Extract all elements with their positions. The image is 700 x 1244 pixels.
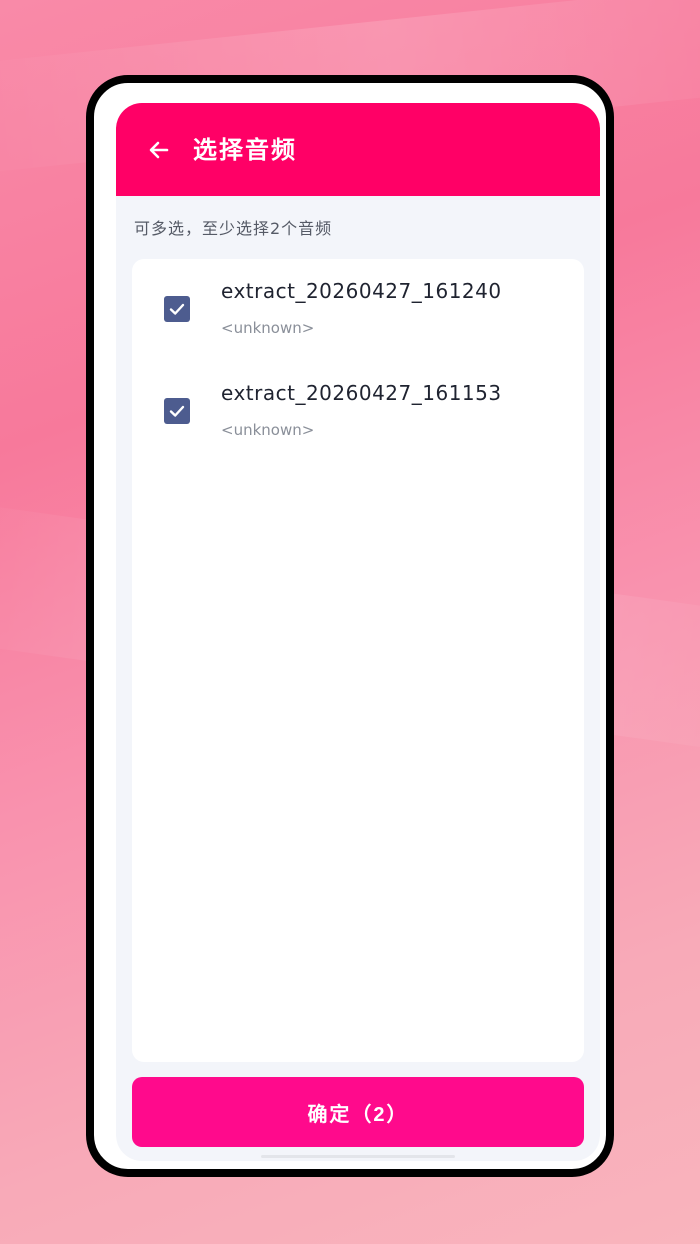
- selection-hint: 可多选，至少选择2个音频: [134, 219, 333, 238]
- phone-frame: 选择音频 可多选，至少选择2个音频 extract_20260427_16124…: [86, 75, 614, 1177]
- check-icon: [169, 303, 185, 315]
- arrow-left-icon: [149, 141, 169, 159]
- audio-artist: <unknown>: [221, 319, 315, 337]
- audio-list-item[interactable]: extract_20260427_161240 <unknown>: [132, 259, 584, 359]
- check-icon: [169, 405, 185, 417]
- checkbox[interactable]: [164, 398, 190, 424]
- audio-artist: <unknown>: [221, 421, 315, 439]
- checkbox[interactable]: [164, 296, 190, 322]
- audio-list-item[interactable]: extract_20260427_161153 <unknown>: [132, 361, 584, 461]
- audio-name: extract_20260427_161240: [221, 279, 502, 303]
- app-screen: 选择音频 可多选，至少选择2个音频 extract_20260427_16124…: [116, 103, 600, 1161]
- audio-list: extract_20260427_161240 <unknown> extrac…: [132, 259, 584, 1062]
- confirm-button[interactable]: 确定（2）: [132, 1077, 584, 1147]
- app-bar: 选择音频: [116, 103, 600, 196]
- home-indicator: [261, 1155, 455, 1158]
- audio-name: extract_20260427_161153: [221, 381, 502, 405]
- back-button[interactable]: [144, 135, 174, 165]
- page-title: 选择音频: [193, 136, 297, 164]
